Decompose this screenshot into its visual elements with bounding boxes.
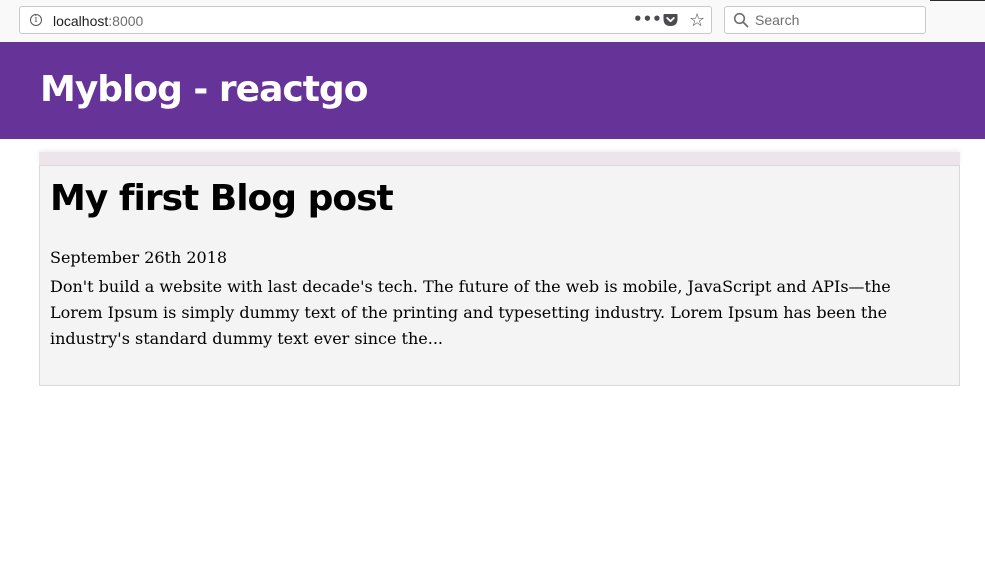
site-title-link[interactable]: Myblog - reactgo xyxy=(40,69,368,110)
url-host: localhost xyxy=(53,13,109,29)
search-input[interactable] xyxy=(755,11,915,29)
url-port: :8000 xyxy=(108,13,144,29)
search-bar[interactable] xyxy=(724,6,926,34)
post-card[interactable]: My first Blog post September 26th 2018 D… xyxy=(39,165,960,386)
post-title[interactable]: My first Blog post xyxy=(50,178,394,219)
url-bar[interactable]: i localhost:8000 ••• ☆ xyxy=(19,6,712,34)
star-icon[interactable]: ☆ xyxy=(689,10,705,31)
post-date: September 26th 2018 xyxy=(50,248,228,267)
info-icon[interactable]: i xyxy=(30,14,42,26)
site-header: Myblog - reactgo xyxy=(0,42,985,139)
pocket-icon[interactable] xyxy=(663,13,678,27)
url-text[interactable]: localhost:8000 xyxy=(53,13,143,29)
browser-toolbar: i localhost:8000 ••• ☆ xyxy=(0,0,985,43)
more-icon[interactable]: ••• xyxy=(633,10,662,28)
window-edge xyxy=(930,0,985,1)
post-excerpt: Don't build a website with last decade's… xyxy=(50,277,891,348)
card-top-border xyxy=(39,152,960,166)
search-icon xyxy=(733,12,749,28)
